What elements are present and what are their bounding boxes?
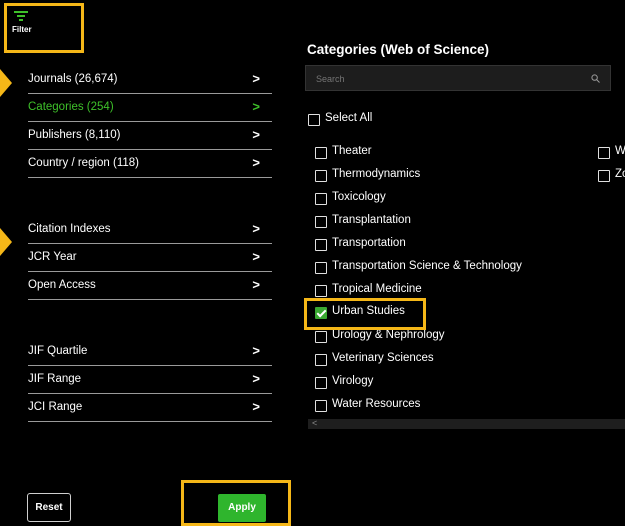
category-checkbox[interactable]: Virology <box>315 374 575 394</box>
checkbox-box[interactable] <box>315 400 327 412</box>
checkbox-label: Zo <box>615 168 625 180</box>
chevron-right-icon: > <box>252 71 260 86</box>
checkbox-box[interactable] <box>315 147 327 159</box>
checkbox-box[interactable] <box>598 170 610 182</box>
category-checkbox[interactable]: W <box>598 144 625 164</box>
sidebar-item-label: JCI Range <box>28 401 83 413</box>
chevron-right-icon: > <box>252 127 260 142</box>
reset-button[interactable]: Reset <box>27 493 71 522</box>
sidebar-item-categories[interactable]: Categories (254) > <box>28 94 272 122</box>
checkbox-label: Veterinary Sciences <box>332 352 434 364</box>
category-checkbox[interactable]: Water Resources <box>315 397 575 417</box>
checkbox-box[interactable] <box>315 285 327 297</box>
checkbox-label: Toxicology <box>332 191 386 203</box>
checkbox-label: Transplantation <box>332 214 411 226</box>
checkbox-box[interactable] <box>315 216 327 228</box>
chevron-right-icon: > <box>252 371 260 386</box>
category-checkbox[interactable]: Transportation Science & Technology <box>315 259 575 279</box>
sidebar-item-label: JIF Quartile <box>28 345 88 357</box>
category-checkbox[interactable]: Thermodynamics <box>315 167 575 187</box>
sidebar-item-jci-range[interactable]: JCI Range > <box>28 394 272 422</box>
search-input[interactable] <box>314 70 588 88</box>
category-checkbox[interactable]: Transportation <box>315 236 575 256</box>
sidebar-item-label: Citation Indexes <box>28 223 111 235</box>
chevron-right-icon: > <box>252 343 260 358</box>
scroll-left-icon[interactable]: < <box>312 418 317 428</box>
checkbox-label: Tropical Medicine <box>332 283 422 295</box>
checkbox-box[interactable] <box>598 147 610 159</box>
sidebar-item-label: Open Access <box>28 279 96 291</box>
checkbox-label: Transportation <box>332 237 406 249</box>
sidebar-item-jcr-year[interactable]: JCR Year > <box>28 244 272 272</box>
select-all-checkbox[interactable]: Select All <box>308 111 428 131</box>
sidebar-item-country-region[interactable]: Country / region (118) > <box>28 150 272 178</box>
checkbox-label: Urology & Nephrology <box>332 329 445 341</box>
checkbox-box[interactable] <box>315 377 327 389</box>
horizontal-scrollbar[interactable]: < <box>308 418 625 429</box>
category-checkbox[interactable]: Transplantation <box>315 213 575 233</box>
page-title: Categories (Web of Science) <box>307 42 490 57</box>
chevron-right-icon: > <box>252 277 260 292</box>
sidebar-item-label: Publishers (8,110) <box>28 129 121 141</box>
arrow-marker <box>0 69 12 97</box>
highlight-box-urban-studies <box>304 298 426 330</box>
category-checkbox[interactable]: Urology & Nephrology <box>315 328 575 348</box>
checkbox-box[interactable] <box>315 239 327 251</box>
checkbox-label: Transportation Science & Technology <box>332 260 522 272</box>
checkbox-label: Water Resources <box>332 398 421 410</box>
chevron-right-icon: > <box>252 155 260 170</box>
checkbox-box[interactable] <box>315 331 327 343</box>
category-checkbox[interactable]: Toxicology <box>315 190 575 210</box>
arrow-marker <box>0 228 12 256</box>
sidebar-item-label: JCR Year <box>28 251 77 263</box>
sidebar-item-label: Country / region (118) <box>28 157 140 169</box>
highlight-box-apply <box>181 480 291 526</box>
sidebar-item-citation-indexes[interactable]: Citation Indexes > <box>28 216 272 244</box>
sidebar-item-open-access[interactable]: Open Access > <box>28 272 272 300</box>
sidebar-item-journals[interactable]: Journals (26,674) > <box>28 66 272 94</box>
chevron-right-icon: > <box>252 399 260 414</box>
sidebar-item-jif-range[interactable]: JIF Range > <box>28 366 272 394</box>
checkbox-box[interactable] <box>315 193 327 205</box>
search-icon[interactable] <box>591 74 600 83</box>
sidebar-item-jif-quartile[interactable]: JIF Quartile > <box>28 338 272 366</box>
checkbox-box[interactable] <box>315 262 327 274</box>
category-checkbox[interactable]: Theater <box>315 144 575 164</box>
chevron-right-icon: > <box>252 99 260 114</box>
checkbox-box[interactable] <box>315 170 327 182</box>
chevron-right-icon: > <box>252 221 260 236</box>
sidebar-item-label: Journals (26,674) <box>28 73 118 85</box>
category-checkbox[interactable]: Veterinary Sciences <box>315 351 575 371</box>
sidebar-item-label: Categories (254) <box>28 101 114 113</box>
checkbox-box[interactable] <box>308 114 320 126</box>
sidebar-item-publishers[interactable]: Publishers (8,110) > <box>28 122 272 150</box>
category-checkbox[interactable]: Zo <box>598 167 625 187</box>
chevron-right-icon: > <box>252 249 260 264</box>
checkbox-label: Thermodynamics <box>332 168 421 180</box>
checkbox-label: Virology <box>332 375 374 387</box>
checkbox-label: Select All <box>325 112 373 124</box>
sidebar-item-label: JIF Range <box>28 373 82 385</box>
highlight-box-filter <box>4 3 84 53</box>
checkbox-label: W <box>615 145 625 157</box>
checkbox-label: Theater <box>332 145 372 157</box>
checkbox-box[interactable] <box>315 354 327 366</box>
search-field[interactable] <box>305 65 611 91</box>
